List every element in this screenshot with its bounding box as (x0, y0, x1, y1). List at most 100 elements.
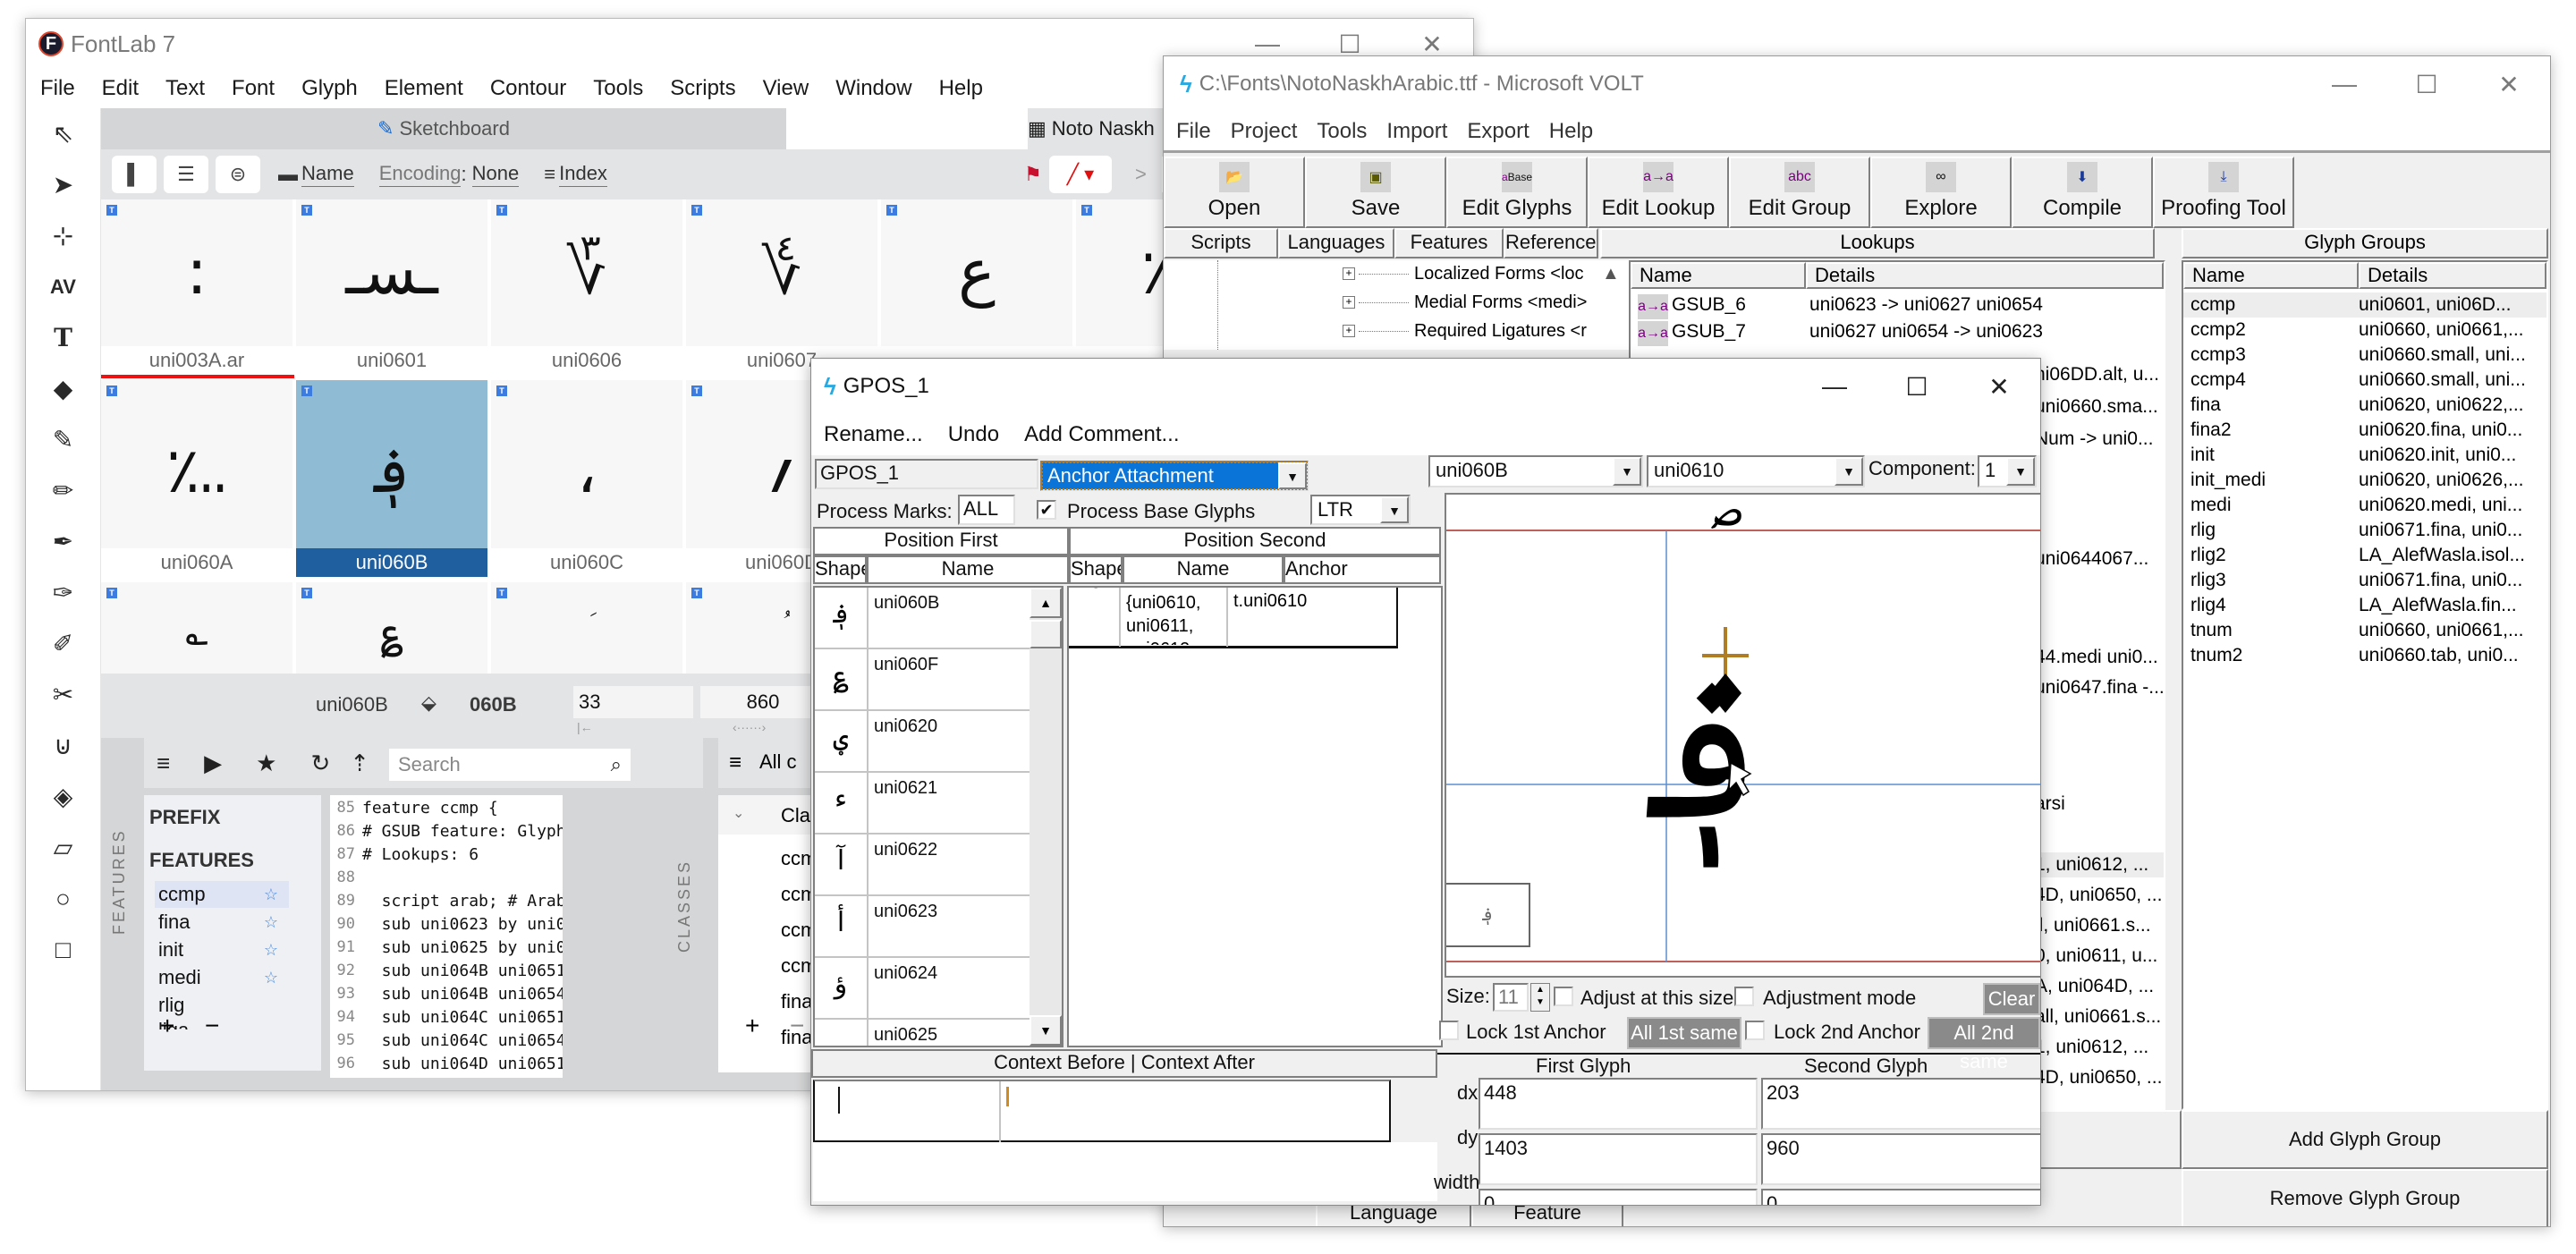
tree-node[interactable]: + Localized Forms <loc (1343, 260, 1584, 287)
color-flag-dropdown[interactable]: ╱ ▾ (1049, 156, 1112, 193)
all-first-same-button[interactable]: All 1st same (1627, 1017, 1741, 1049)
menu-scripts[interactable]: Scripts (670, 76, 735, 101)
element-pointer-icon[interactable]: ➤ (26, 159, 100, 210)
group-row[interactable]: init uni0620.init, uni0... (2183, 443, 2546, 468)
star-outline-icon[interactable]: ☆ (264, 964, 278, 991)
expand-icon[interactable]: + (1343, 296, 1355, 309)
tab-sketchboard[interactable]: ✎ Sketchboard (101, 108, 786, 149)
group-row[interactable]: fina uni0620, uni0622,... (2183, 393, 2546, 418)
menu-contour[interactable]: Contour (490, 76, 566, 101)
glyph-cell[interactable]: T ؆ uni0606 (491, 199, 684, 375)
compile-button[interactable]: ⬇ Compile (2012, 157, 2153, 228)
second-glyph-select[interactable]: uni0610 ▼ (1647, 455, 1865, 487)
feature-item[interactable]: rlig (155, 992, 289, 1019)
lookup-row[interactable]: a→a GSUB_6 uni0623 -> uni0627 uni0654 (1631, 292, 2164, 319)
process-marks-field[interactable]: ALL (958, 495, 1015, 525)
first-dy-field[interactable]: 1403 (1479, 1133, 1758, 1185)
process-base-checkbox[interactable]: ✔ (1037, 500, 1056, 520)
kerning-tool-icon[interactable]: AV (26, 261, 100, 312)
sidebar-toggle-icon[interactable]: ▌ (112, 156, 157, 193)
encoding-dropdown[interactable]: None (471, 162, 520, 187)
adjustment-mode-checkbox[interactable] (1734, 987, 1754, 1006)
lock-second-anchor-checkbox[interactable] (1745, 1021, 1765, 1040)
expand-icon[interactable]: + (1343, 267, 1355, 280)
compile-icon[interactable]: ⇡ (350, 750, 369, 777)
anchor-column-header[interactable]: Anchor (1284, 555, 1441, 584)
add-feature-button[interactable]: + (160, 1012, 174, 1040)
minimize-button[interactable]: — (2303, 56, 2385, 112)
tree-node[interactable]: + Required Ligatures <r (1343, 318, 1587, 344)
scroll-down-button[interactable]: ▼ (1030, 1015, 1062, 1046)
glyph-cell[interactable]: T ؊ uni060A (101, 380, 294, 577)
expand-icon[interactable]: + (1343, 325, 1355, 337)
glyph-row[interactable]: ؤ uni0624 (815, 958, 1030, 1020)
ellipse-icon[interactable]: ○ (26, 873, 100, 924)
component-select[interactable]: 1 ▼ (1978, 455, 2037, 487)
pencil-icon[interactable]: ✏ (26, 465, 100, 516)
lookup-type-select[interactable]: Anchor Attachment ▼ (1040, 461, 1309, 491)
vertical-scrollbar[interactable]: ▲ ▼ (1030, 588, 1062, 1046)
rename-menu[interactable]: Rename... (824, 422, 923, 447)
add-comment-menu[interactable]: Add Comment... (1024, 422, 1179, 447)
advance-field[interactable]: 860 (700, 686, 826, 718)
add-glyph-group-button[interactable]: Add Glyph Group (2182, 1110, 2548, 1169)
lookup-row[interactable]: a→a GSUB_7 uni0627 uni0654 -> uni0623 (1631, 319, 2164, 346)
features-menu-icon[interactable]: ≡ (157, 750, 170, 777)
remove-glyph-group-button[interactable]: Remove Glyph Group (2182, 1169, 2548, 1226)
collapse-icon[interactable]: ⌄ (733, 804, 744, 822)
clear-button[interactable]: Clear (1983, 983, 2040, 1015)
second-width-field[interactable]: 0 (1761, 1189, 2040, 1205)
glyph-cell[interactable]: Tع (881, 199, 1074, 375)
eraser-icon[interactable]: ◆ (26, 363, 100, 414)
glyph-cell[interactable]: T ؎ (101, 582, 294, 674)
feature-item[interactable]: liga (155, 1017, 289, 1029)
chevron-down-icon[interactable]: ▼ (1380, 496, 1409, 523)
class-row[interactable]: fina (781, 990, 812, 1013)
undo-menu[interactable]: Undo (948, 422, 999, 447)
contour-pointer-icon[interactable]: ⇖ (26, 108, 100, 159)
tab-languages[interactable]: Languages (1278, 228, 1394, 258)
menu-font[interactable]: Font (232, 76, 275, 101)
context-after-caret[interactable] (1006, 1087, 1009, 1106)
name-column-header[interactable]: Name (867, 555, 1069, 584)
tab-scripts[interactable]: Scripts (1164, 228, 1278, 258)
menu-help[interactable]: Help (939, 76, 983, 101)
menu-glyph[interactable]: Glyph (301, 76, 358, 101)
remove-class-button[interactable]: − (790, 1012, 804, 1040)
rapid-tool-icon[interactable]: ✒ (26, 516, 100, 567)
glyph-cell[interactable]: T ؇ uni0607 (686, 199, 879, 375)
shape-column-header[interactable]: Shape (1069, 555, 1123, 584)
glyph-cell[interactable]: T ـسـ uni0601 (296, 199, 489, 375)
proofing-tool-button[interactable]: ⤓ Proofing Tool (2153, 157, 2294, 228)
tree-node[interactable]: + Medial Forms <medi> (1343, 289, 1587, 316)
glyph-row[interactable]: ؋ uni060B (815, 588, 1030, 649)
glyph-row[interactable]: uni0625 (815, 1020, 1030, 1046)
context-area[interactable] (813, 1142, 1437, 1201)
fill-icon[interactable]: ◈ (26, 771, 100, 822)
lock-first-anchor-checkbox[interactable] (1439, 1021, 1459, 1040)
menu-file[interactable]: File (40, 76, 75, 101)
menu-help[interactable]: Help (1549, 119, 1593, 144)
group-row[interactable]: rlig uni0671.fina, uni0... (2183, 518, 2546, 543)
column-header-details[interactable]: Details (2359, 262, 2546, 289)
glyph-cell[interactable]: T ؏ (296, 582, 489, 674)
first-width-field[interactable]: 0 (1479, 1189, 1758, 1205)
size-field[interactable]: 11 (1493, 983, 1529, 1012)
group-row[interactable]: rlig2 LA_AlefWasla.isol... (2183, 543, 2546, 568)
group-row[interactable]: rlig3 uni0671.fina, uni0... (2183, 568, 2546, 593)
scroll-up-icon[interactable]: ▲ (1602, 264, 1620, 284)
column-header-details[interactable]: Details (1806, 262, 2164, 289)
first-glyph-select[interactable]: uni060B ▼ (1428, 455, 1643, 487)
menu-edit[interactable]: Edit (102, 76, 139, 101)
filter-icon[interactable]: ⊜ (216, 156, 260, 193)
feature-item[interactable]: medi ☆ (155, 964, 289, 991)
star-outline-icon[interactable]: ☆ (264, 909, 278, 936)
star-icon[interactable]: ★ (256, 750, 276, 777)
close-button[interactable]: ✕ (1958, 359, 2040, 414)
shape-column-header[interactable]: Shape (813, 555, 867, 584)
rectangle-icon[interactable]: □ (26, 924, 100, 975)
lsb-field[interactable]: 33 (573, 686, 693, 718)
feature-item[interactable]: fina ☆ (155, 909, 289, 936)
menu-tools[interactable]: Tools (593, 76, 643, 101)
close-button[interactable]: ✕ (2468, 56, 2550, 112)
